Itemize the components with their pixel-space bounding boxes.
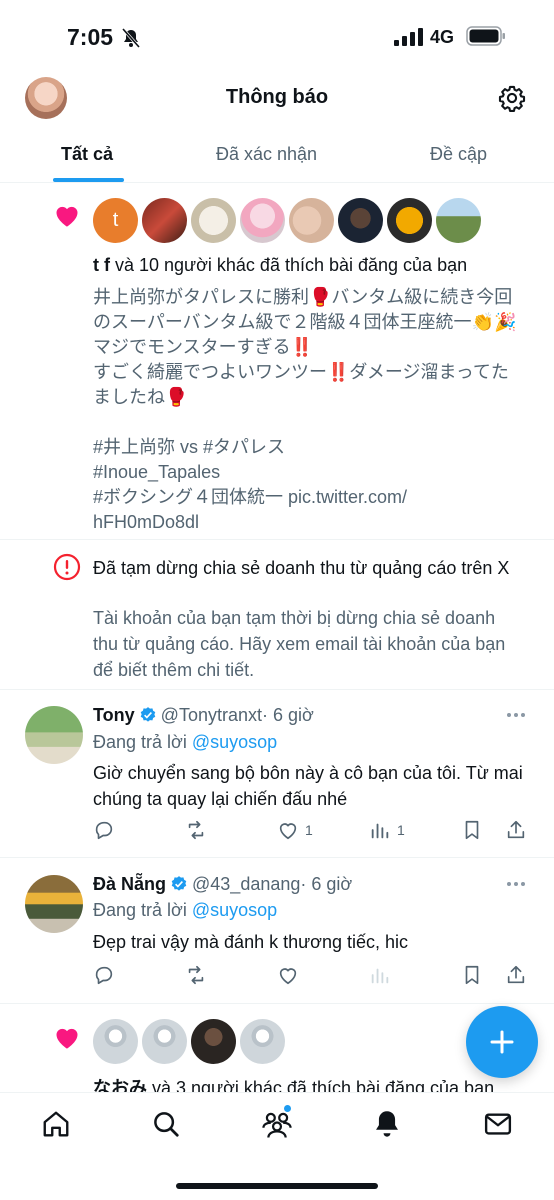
author-handle[interactable]: @Tonytranxt xyxy=(161,705,262,725)
repost-button[interactable] xyxy=(185,964,207,986)
views-button[interactable]: 1 xyxy=(369,819,405,841)
share-button[interactable] xyxy=(505,819,527,841)
like-count: 1 xyxy=(305,822,313,838)
post-actions: 1 1 xyxy=(93,819,533,845)
author-name[interactable]: Tony xyxy=(93,705,135,725)
avatar[interactable] xyxy=(240,1019,285,1064)
avatar[interactable] xyxy=(142,1019,187,1064)
avatar[interactable] xyxy=(387,198,432,243)
more-options-icon[interactable] xyxy=(506,881,526,887)
avatar[interactable] xyxy=(25,875,83,933)
reply-button[interactable] xyxy=(93,819,115,841)
replying-to: Đang trả lời @suyosop xyxy=(93,732,277,753)
views-button[interactable] xyxy=(369,964,397,986)
avatar[interactable] xyxy=(142,198,187,243)
tab-mentions[interactable]: Đề cập xyxy=(430,144,487,165)
battery-icon xyxy=(466,26,505,46)
reply-text[interactable]: Đẹp trai vậy mà đánh k thương tiếc, hic xyxy=(93,929,533,955)
reply-header: Tony @Tonytranxt· 6 giờ xyxy=(93,705,314,726)
reply-icon xyxy=(95,966,113,985)
bookmark-button[interactable] xyxy=(461,964,483,986)
status-time: 7:05 xyxy=(67,24,114,50)
like-notification[interactable]: t t f và 10 người khác đã thích bài đăng… xyxy=(0,183,554,540)
bookmark-icon xyxy=(465,820,479,840)
post-time: · 6 giờ xyxy=(300,874,353,894)
avatar[interactable] xyxy=(191,198,236,243)
like-summary: t f và 10 người khác đã thích bài đăng c… xyxy=(93,253,467,277)
avatar[interactable] xyxy=(338,198,383,243)
heart-icon xyxy=(56,206,78,227)
post-actions xyxy=(93,964,533,990)
bookmark-button[interactable] xyxy=(461,819,483,841)
replying-to-label: Đang trả lời xyxy=(93,900,192,920)
verified-badge-icon xyxy=(171,876,187,891)
repost-icon xyxy=(188,820,204,840)
compose-plus-icon xyxy=(490,1030,514,1054)
heart-outline-icon xyxy=(279,968,297,985)
home-icon[interactable] xyxy=(41,1109,71,1139)
avatar[interactable] xyxy=(191,1019,236,1064)
tab-verified[interactable]: Đã xác nhận xyxy=(216,144,317,165)
like-button[interactable] xyxy=(277,964,305,986)
liked-post-text[interactable]: 井上尚弥がタパレスに勝利🥊バンタム級に続き今回 のスーパーバンタム級で２階級４団… xyxy=(93,285,533,535)
author-handle[interactable]: @43_danang xyxy=(192,874,300,894)
alert-body: Tài khoản của bạn tạm thời bị dừng chia … xyxy=(93,608,506,680)
messages-icon[interactable] xyxy=(483,1109,513,1139)
views-chart-icon xyxy=(371,968,389,984)
page-title: Thông báo xyxy=(225,86,329,108)
share-button[interactable] xyxy=(505,964,527,986)
network-type: 4G xyxy=(430,27,455,47)
heart-outline-icon xyxy=(279,823,297,840)
share-icon xyxy=(507,965,525,984)
new-activity-dot xyxy=(284,1105,291,1112)
tab-all[interactable]: Tất cả xyxy=(61,144,113,165)
repost-icon xyxy=(188,965,204,985)
gear-icon[interactable] xyxy=(498,84,526,112)
repost-button[interactable] xyxy=(185,819,207,841)
post-time: · 6 giờ xyxy=(261,705,314,725)
share-icon xyxy=(507,820,525,839)
bookmark-icon xyxy=(465,965,479,985)
alert-circle-icon xyxy=(53,553,81,581)
signal-icon xyxy=(394,28,423,46)
verified-badge-icon xyxy=(140,707,155,722)
avatar[interactable] xyxy=(93,1019,138,1064)
replying-to: Đang trả lời @suyosop xyxy=(93,900,277,921)
mention-link[interactable]: @suyosop xyxy=(192,732,277,752)
alert-title: Đã tạm dừng chia sẻ doanh thu từ quảng c… xyxy=(93,558,510,578)
more-options-icon[interactable] xyxy=(506,712,526,718)
views-chart-icon xyxy=(371,823,389,839)
status-bar: 7:05 4G xyxy=(0,0,554,70)
notification-tabs: Tất cả Đã xác nhận Đề cập xyxy=(0,130,554,183)
avatar[interactable] xyxy=(436,198,481,243)
reply-button[interactable] xyxy=(93,964,115,986)
avatar[interactable] xyxy=(289,198,334,243)
like-summary-text: và 10 người khác đã thích bài đăng của b… xyxy=(110,255,468,275)
home-indicator xyxy=(176,1183,378,1189)
author-name[interactable]: Đà Nẵng xyxy=(93,874,166,894)
compose-button[interactable] xyxy=(466,1006,538,1078)
avatar[interactable] xyxy=(25,706,83,764)
communities-icon[interactable] xyxy=(261,1109,293,1139)
notifications-bell-icon[interactable] xyxy=(373,1109,401,1139)
search-icon[interactable] xyxy=(151,1109,181,1139)
heart-icon xyxy=(56,1028,78,1049)
liker-name[interactable]: t f xyxy=(93,255,110,275)
view-count: 1 xyxy=(397,822,405,838)
reply-header: Đà Nẵng @43_danang· 6 giờ xyxy=(93,874,352,895)
reply-text[interactable]: Giờ chuyển sang bộ bôn này à cô bạn của … xyxy=(93,760,533,812)
like-button[interactable]: 1 xyxy=(277,819,313,841)
reply-icon xyxy=(95,821,113,840)
active-tab-indicator xyxy=(53,178,124,182)
mention-link[interactable]: @suyosop xyxy=(192,900,277,920)
bell-off-icon xyxy=(122,28,140,48)
replying-to-label: Đang trả lời xyxy=(93,732,192,752)
avatar[interactable] xyxy=(240,198,285,243)
avatar[interactable]: t xyxy=(93,198,138,243)
